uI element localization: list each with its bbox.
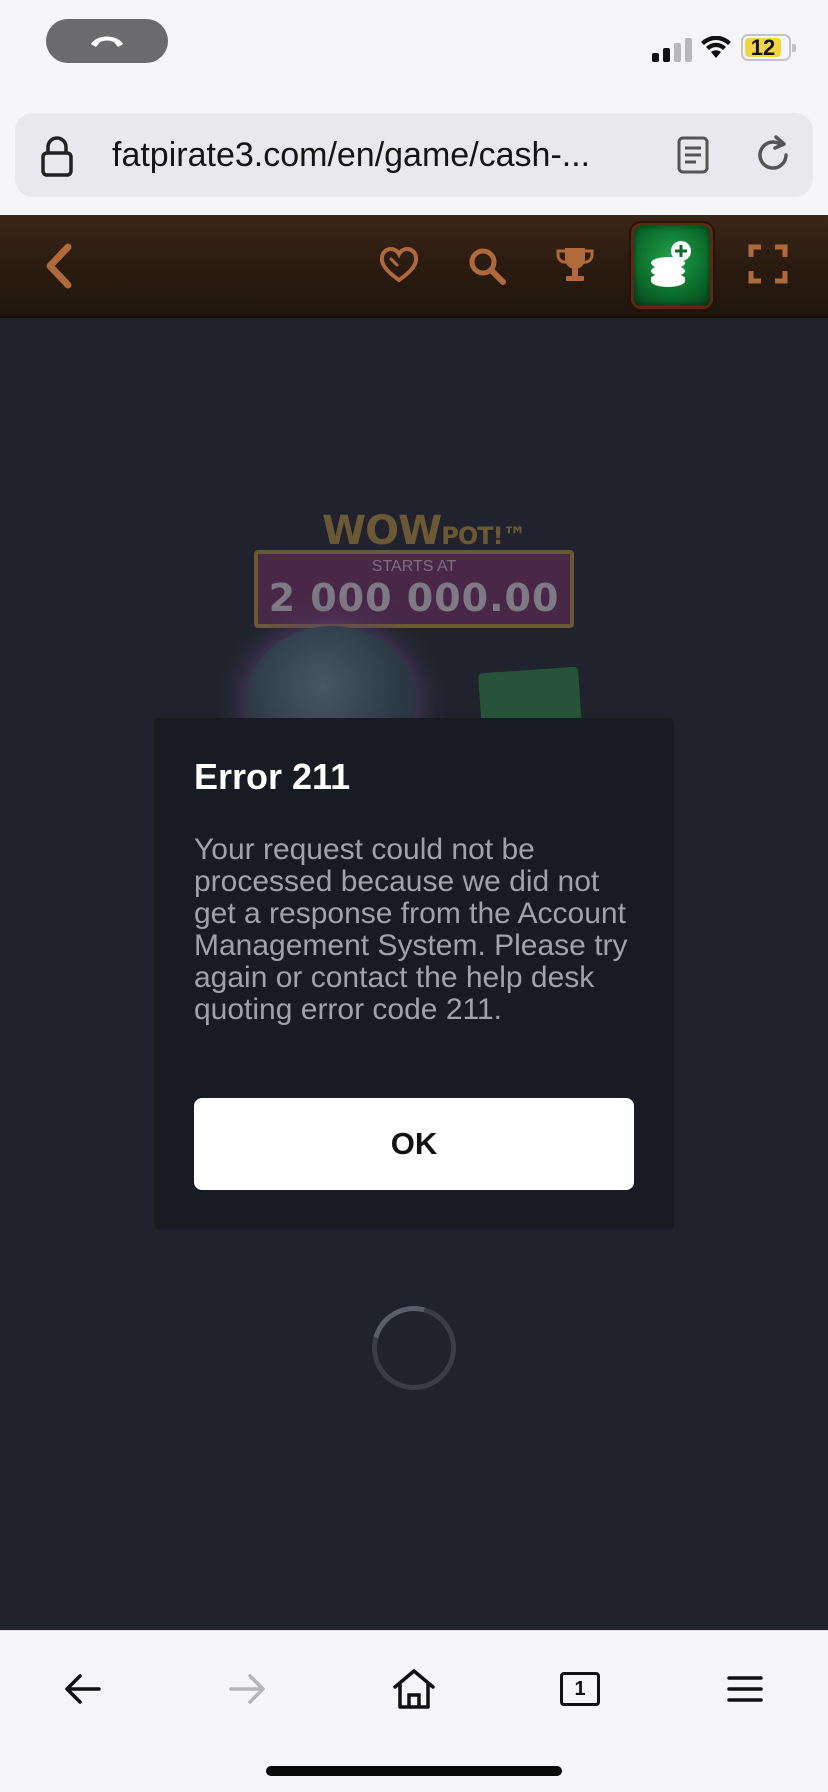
reader-mode-icon[interactable] (676, 135, 710, 175)
menu-button[interactable] (715, 1659, 775, 1719)
heart-icon[interactable] (378, 245, 420, 285)
hamburger-menu-icon (727, 1676, 763, 1702)
home-indicator (266, 1766, 562, 1776)
arrow-right-icon (229, 1674, 265, 1704)
tabs-button[interactable]: 1 (550, 1659, 610, 1719)
tabs-count: 1 (574, 1677, 586, 1700)
wowpot-logo: WOWPOT!™ (322, 508, 527, 554)
fullscreen-icon[interactable] (748, 244, 788, 284)
battery-icon: 12 (741, 34, 796, 61)
back-button[interactable] (53, 1659, 113, 1719)
status-bar: 12 (0, 0, 828, 100)
game-area: WOWPOT!™ STARTS AT 2 000 000.00 Error 21… (0, 318, 828, 1630)
loading-spinner (356, 1290, 472, 1406)
jackpot-starts-at-label: STARTS AT (371, 558, 457, 575)
home-icon (393, 1669, 435, 1709)
phone-hangup-icon (91, 36, 123, 47)
forward-button[interactable] (217, 1659, 277, 1719)
reload-icon[interactable] (752, 134, 794, 176)
jackpot-amount: 2 000 000.00 (268, 576, 560, 620)
jackpot-frame: STARTS AT 2 000 000.00 (254, 550, 574, 628)
chevron-left-icon[interactable] (42, 243, 76, 289)
wifi-icon (701, 36, 731, 58)
cash-deposit-icon (651, 241, 691, 287)
search-icon[interactable] (467, 246, 507, 286)
home-button[interactable] (384, 1659, 444, 1719)
tabs-icon: 1 (560, 1672, 600, 1706)
battery-level: 12 (750, 34, 776, 60)
game-header (0, 215, 828, 318)
error-message: Your request could not be processed beca… (194, 833, 628, 1026)
url-text[interactable]: fatpirate3.com/en/game/cash-... (112, 135, 652, 175)
arrow-left-icon (65, 1674, 101, 1704)
cellular-signal-icon (652, 38, 692, 62)
deposit-button[interactable] (631, 223, 713, 309)
ok-button[interactable]: OK (194, 1098, 634, 1190)
error-title: Error 211 (194, 756, 351, 797)
lock-icon (41, 136, 73, 177)
address-bar[interactable]: fatpirate3.com/en/game/cash-... (15, 113, 813, 197)
trophy-icon[interactable] (554, 245, 596, 285)
active-call-pill[interactable] (46, 19, 168, 63)
error-dialog: Error 211 Your request could not be proc… (154, 718, 674, 1230)
